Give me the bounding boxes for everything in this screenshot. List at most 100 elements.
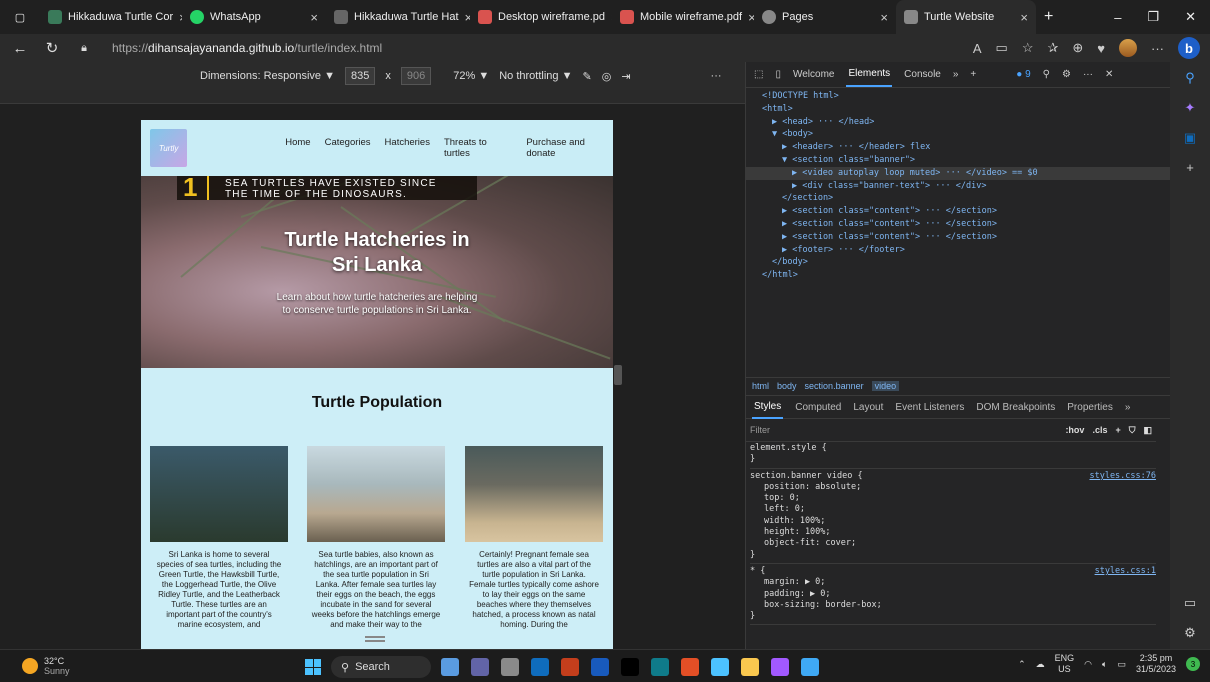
browser-essentials-icon[interactable]: ♥ xyxy=(1097,41,1105,56)
dom-node[interactable]: ▶ <header> ··· </header> flex xyxy=(746,141,1171,154)
network-icon[interactable]: ⚲ xyxy=(1043,69,1050,80)
css-rule[interactable]: * {styles.css:1 margin: ▶ 0; padding: ▶ 0;… xyxy=(750,566,1156,626)
nav-home[interactable]: Home xyxy=(285,137,310,159)
taskbar-app-icon[interactable] xyxy=(651,658,669,676)
css-property[interactable]: margin: ▶ 0; xyxy=(750,577,1156,588)
dom-node[interactable]: ▶ <section class="content"> ··· </sectio… xyxy=(746,231,1171,244)
height-input[interactable]: 906 xyxy=(400,67,432,85)
dom-node[interactable]: </section> xyxy=(746,192,1171,205)
close-icon[interactable]: × xyxy=(1020,10,1028,25)
start-icon[interactable] xyxy=(305,659,321,675)
taskbar-app-icon[interactable] xyxy=(531,658,549,676)
site-logo[interactable]: Turtly xyxy=(150,129,188,167)
dom-node[interactable]: <!DOCTYPE html> xyxy=(746,90,1171,103)
cloud-icon[interactable]: ☁ xyxy=(1036,659,1045,670)
browser-tab-active[interactable]: Turtle Website × xyxy=(896,0,1036,34)
restore-icon[interactable]: ❐ xyxy=(1147,9,1159,25)
viewport-bottom-handle[interactable] xyxy=(365,636,385,642)
capture-icon[interactable]: ⇥ xyxy=(621,70,630,83)
device-toggle-icon[interactable]: ▯ xyxy=(775,69,781,80)
taskbar-app-icon[interactable] xyxy=(711,658,729,676)
css-rule[interactable]: section.banner video {styles.css:76 posit… xyxy=(750,471,1156,564)
wifi-icon[interactable]: ◠ xyxy=(1084,659,1092,670)
taskbar-app-icon[interactable] xyxy=(741,658,759,676)
tab-console[interactable]: Console xyxy=(904,69,941,80)
css-property[interactable]: position: absolute; xyxy=(750,482,1156,493)
inspect-icon[interactable]: ⬚ xyxy=(754,69,763,80)
outlook-icon[interactable]: ▣ xyxy=(1184,130,1196,146)
more-icon[interactable]: ··· xyxy=(1151,41,1164,56)
css-source-link[interactable]: styles.css:1 xyxy=(1095,566,1156,577)
cls-toggle[interactable]: .cls xyxy=(1092,425,1107,436)
bing-icon[interactable]: b xyxy=(1178,37,1200,59)
tab-actions-icon[interactable]: ▢ xyxy=(0,0,40,34)
more-tabs-icon[interactable]: » xyxy=(953,69,959,80)
taskbar-app-icon[interactable] xyxy=(471,658,489,676)
favorites-add-icon[interactable]: ☆ xyxy=(1022,40,1034,56)
dom-node[interactable]: ▼ <body> xyxy=(746,128,1171,141)
tab-computed[interactable]: Computed xyxy=(795,402,841,413)
lock-icon[interactable]: 🔒︎ xyxy=(74,42,94,55)
throttle-dropdown[interactable]: No throttling ▼ xyxy=(499,70,572,82)
taskbar-app-icon[interactable] xyxy=(561,658,579,676)
immersive-reader-icon[interactable]: ▭ xyxy=(996,40,1008,56)
avatar[interactable] xyxy=(1119,39,1137,57)
hov-toggle[interactable]: :hov xyxy=(1065,425,1084,436)
more-tabs-icon[interactable]: » xyxy=(1125,402,1131,413)
taskbar-app-icon[interactable] xyxy=(681,658,699,676)
css-source-link[interactable]: styles.css:76 xyxy=(1089,471,1156,482)
taskbar-app-icon[interactable] xyxy=(771,658,789,676)
css-property[interactable]: width: 100%; xyxy=(750,516,1156,527)
tab-elements[interactable]: Elements xyxy=(846,62,893,87)
back-icon[interactable]: ← xyxy=(10,40,30,57)
close-icon[interactable]: × xyxy=(310,10,318,25)
sidebar-panel-icon[interactable]: ▭ xyxy=(1184,595,1196,611)
more-options-icon[interactable]: ··· xyxy=(711,70,722,82)
css-rule[interactable]: element.style {} xyxy=(750,443,1156,469)
css-property[interactable]: padding: ▶ 0; xyxy=(750,589,1156,600)
browser-tab[interactable]: Desktop wireframe.pd × xyxy=(470,0,612,34)
taskbar-app-icon[interactable] xyxy=(441,658,459,676)
refresh-icon[interactable]: ↻ xyxy=(42,39,62,57)
dom-node[interactable]: </body> xyxy=(746,256,1171,269)
tab-styles[interactable]: Styles xyxy=(752,396,784,419)
css-property[interactable]: left: 0; xyxy=(750,504,1156,515)
add-icon[interactable]: + xyxy=(1186,160,1194,175)
tab-event-listeners[interactable]: Event Listeners xyxy=(895,402,964,413)
css-property[interactable]: top: 0; xyxy=(750,493,1156,504)
settings-gear-icon[interactable]: ⚙ xyxy=(1184,625,1196,641)
banner-video[interactable]: 1 SEA TURTLES HAVE EXISTED SINCE THE TIM… xyxy=(141,176,613,368)
taskbar-app-icon[interactable] xyxy=(621,658,639,676)
dom-node[interactable]: ▼ <section class="banner"> xyxy=(746,154,1171,167)
close-devtools-icon[interactable]: ✕ xyxy=(1105,69,1113,80)
tab-welcome[interactable]: Welcome xyxy=(793,69,835,80)
chevron-up-icon[interactable]: ⌃ xyxy=(1018,659,1026,670)
css-property[interactable]: box-sizing: border-box; xyxy=(750,600,1156,611)
dom-node-selected[interactable]: ▶ <video autoplay loop muted> ··· </vide… xyxy=(746,166,1171,180)
tab-properties[interactable]: Properties xyxy=(1067,402,1113,413)
taskbar-app-icon[interactable] xyxy=(801,658,819,676)
browser-tab[interactable]: WhatsApp × xyxy=(182,0,326,34)
nav-threats[interactable]: Threats to turtles xyxy=(444,137,512,159)
dom-node[interactable]: ▶ <div class="banner-text"> ··· </div> xyxy=(746,180,1171,193)
new-tab-button[interactable]: + xyxy=(1036,0,1066,34)
browser-tab[interactable]: Hikkaduwa Turtle Cor × xyxy=(40,0,182,34)
volume-icon[interactable]: 🔈︎ xyxy=(1102,659,1107,670)
breadcrumb-item-selected[interactable]: video xyxy=(871,380,900,391)
dom-node[interactable]: <html> xyxy=(746,103,1171,116)
notification-icon[interactable]: 3 xyxy=(1186,657,1200,671)
nav-categories[interactable]: Categories xyxy=(325,137,371,159)
sensor-icon[interactable]: ✎ xyxy=(582,70,591,83)
zoom-dropdown[interactable]: 72% ▼ xyxy=(453,70,489,82)
dom-node[interactable]: </html> xyxy=(746,269,1171,282)
css-property[interactable]: height: 100%; xyxy=(750,527,1156,538)
more-icon[interactable]: ··· xyxy=(1083,69,1093,80)
close-icon[interactable]: × xyxy=(880,10,888,25)
browser-tab[interactable]: Hikkaduwa Turtle Hat × xyxy=(326,0,470,34)
clock[interactable]: 2:35 pm 31/5/2023 xyxy=(1136,653,1176,675)
favorites-icon[interactable]: ✰ xyxy=(1047,40,1058,56)
language-indicator[interactable]: ENG US xyxy=(1055,653,1075,675)
weather-widget[interactable]: 32°C Sunny xyxy=(22,656,70,676)
breadcrumb-item[interactable]: html xyxy=(752,381,769,391)
breadcrumb-item[interactable]: section.banner xyxy=(805,381,864,391)
